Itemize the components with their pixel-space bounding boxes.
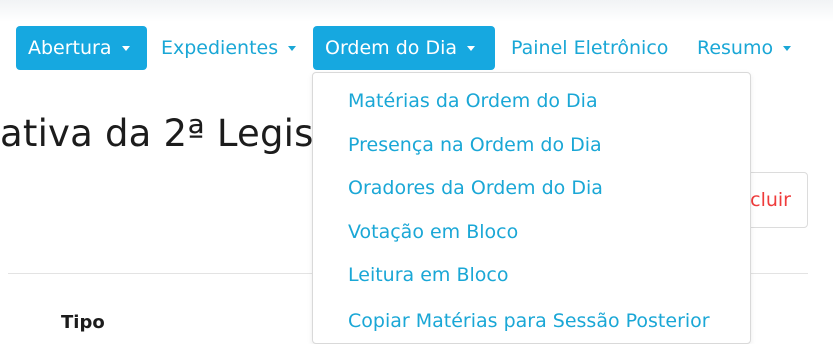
- nav-painel-eletronico-label: Painel Eletrônico: [511, 37, 669, 59]
- page-title: ativa da 2ª Legisl: [0, 112, 325, 155]
- ordem-do-dia-dropdown-menu: Matérias da Ordem do Dia Presença na Ord…: [312, 72, 751, 344]
- caret-down-icon: [288, 45, 297, 51]
- caret-down-icon: [467, 45, 476, 51]
- menu-item-oradores-ordem-do-dia[interactable]: Oradores da Ordem do Dia: [348, 177, 603, 199]
- nav-expedientes[interactable]: Expedientes: [161, 26, 297, 70]
- nav-expedientes-label: Expedientes: [161, 37, 279, 59]
- caret-down-icon: [121, 45, 130, 51]
- nav-ordem-do-dia[interactable]: Ordem do Dia: [313, 26, 495, 70]
- menu-item-materias-ordem-do-dia[interactable]: Matérias da Ordem do Dia: [348, 90, 598, 112]
- menu-item-votacao-em-bloco[interactable]: Votação em Bloco: [348, 221, 518, 243]
- nav-painel-eletronico[interactable]: Painel Eletrônico: [511, 26, 668, 70]
- caret-down-icon: [783, 45, 792, 51]
- table-header-tipo: Tipo: [61, 312, 105, 333]
- nav-abertura[interactable]: Abertura: [16, 26, 147, 70]
- top-band: [0, 0, 833, 22]
- menu-item-copiar-materias[interactable]: Copiar Matérias para Sessão Posterior: [348, 310, 710, 332]
- nav-ordem-do-dia-label: Ordem do Dia: [325, 37, 458, 59]
- nav-resumo-label: Resumo: [697, 37, 774, 59]
- nav-abertura-label: Abertura: [28, 37, 112, 59]
- excluir-button-label: cluir: [750, 189, 791, 211]
- nav-resumo[interactable]: Resumo: [697, 26, 792, 70]
- menu-item-presenca-ordem-do-dia[interactable]: Presença na Ordem do Dia: [348, 134, 602, 156]
- menu-item-leitura-em-bloco[interactable]: Leitura em Bloco: [348, 264, 508, 286]
